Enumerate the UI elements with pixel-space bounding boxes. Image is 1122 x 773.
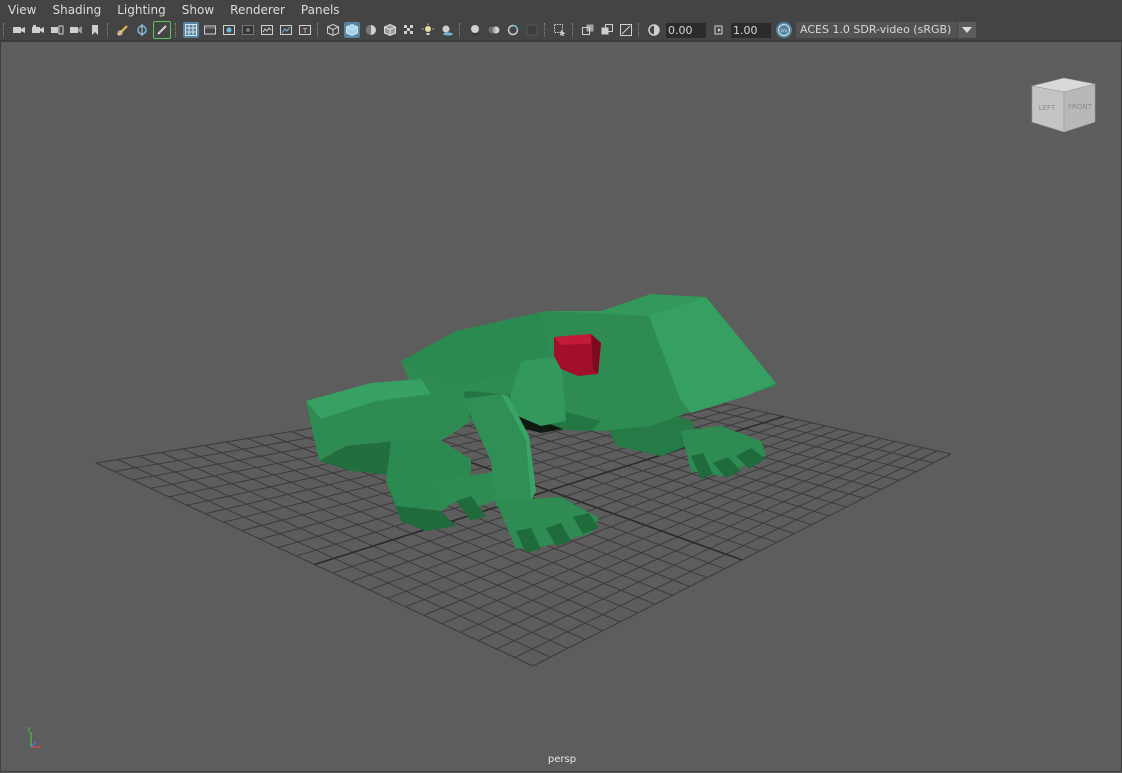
perspective-viewport[interactable]: LEFT FRONT y persp xyxy=(0,41,1122,772)
axis-y-label: y xyxy=(27,725,31,733)
viewcube-left-face[interactable]: LEFT xyxy=(1039,104,1056,112)
axis-orientation-gizmo: y xyxy=(27,725,41,748)
camera-name-label: persp xyxy=(547,754,577,765)
scene-canvas xyxy=(95,294,952,667)
viewcube-front-face[interactable]: FRONT xyxy=(1068,103,1093,111)
frog-model[interactable] xyxy=(306,294,776,553)
view-cube[interactable]: LEFT FRONT xyxy=(1029,72,1099,134)
maya-viewport-panel: View Shading Lighting Show Renderer Pane… xyxy=(0,0,1122,772)
